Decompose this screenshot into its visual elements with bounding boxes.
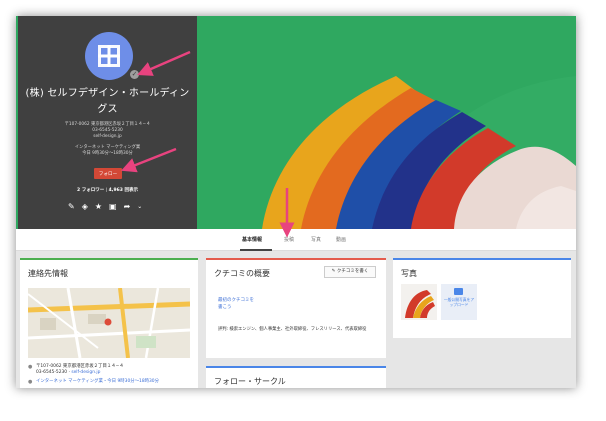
map-graphic xyxy=(28,288,190,358)
follow-circles-title: フォロー・サークル xyxy=(214,377,286,386)
follow-circles-panel: フォロー・サークル xyxy=(206,366,386,388)
contact-phone: 03-6545-5230 xyxy=(36,370,68,375)
upload-photo-button[interactable]: 一般公開写真をアップロード xyxy=(441,284,477,320)
pin-icon: ● xyxy=(28,364,33,370)
write-review-button[interactable]: ✎ クチコミを書く xyxy=(324,266,376,278)
photos-panel: 写真 一般公開写真をアップロード xyxy=(393,258,571,338)
contact-panel: 連絡先情報 ● 〒107-0062 東京都港区赤坂２丁目１４−４ 03-6545… xyxy=(20,258,198,388)
arrow-to-follow xyxy=(121,147,177,173)
photos-title: 写真 xyxy=(401,269,417,278)
contact-more: インターネット マーケティング業・今日 9時30分～18時30分 xyxy=(36,379,159,385)
photo-artwork xyxy=(405,290,435,318)
camera-icon xyxy=(454,288,463,295)
browser-frame: ✓ (株) セルフデザイン・ホールディングス 〒107-0062 東京都港区赤坂… xyxy=(16,16,576,388)
contact-more-link[interactable]: インターネット マーケティング業・今日 9時30分～18時30分 xyxy=(36,379,159,384)
annotation-arrow-tabs xyxy=(279,188,295,238)
globe-icon: ● xyxy=(28,379,33,385)
photo-thumbnail[interactable] xyxy=(401,284,437,320)
active-tab-indicator xyxy=(240,249,272,251)
arrow-to-verified xyxy=(137,50,191,76)
upload-photo-label: 一般公開写真をアップロード xyxy=(443,297,475,307)
first-review-link[interactable]: 最初のクチコミを書こう xyxy=(218,297,258,311)
reviews-description: 評判: 検索エンジン、個人事業主、社外取締役、フレスリリース、代表取締役 xyxy=(218,327,367,332)
write-review-label: クチコミを書く xyxy=(336,269,369,274)
contact-phone-site: 03-6545-5230 · self-design.jp xyxy=(36,370,100,376)
contact-website[interactable]: self-design.jp xyxy=(71,370,100,375)
contact-title: 連絡先情報 xyxy=(28,269,68,278)
location-map[interactable] xyxy=(28,288,190,358)
reviews-title: クチコミの概要 xyxy=(214,269,270,278)
reviews-panel: クチコミの概要 ✎ クチコミを書く 最初のクチコミを書こう 評判: 検索エンジン… xyxy=(206,258,386,358)
